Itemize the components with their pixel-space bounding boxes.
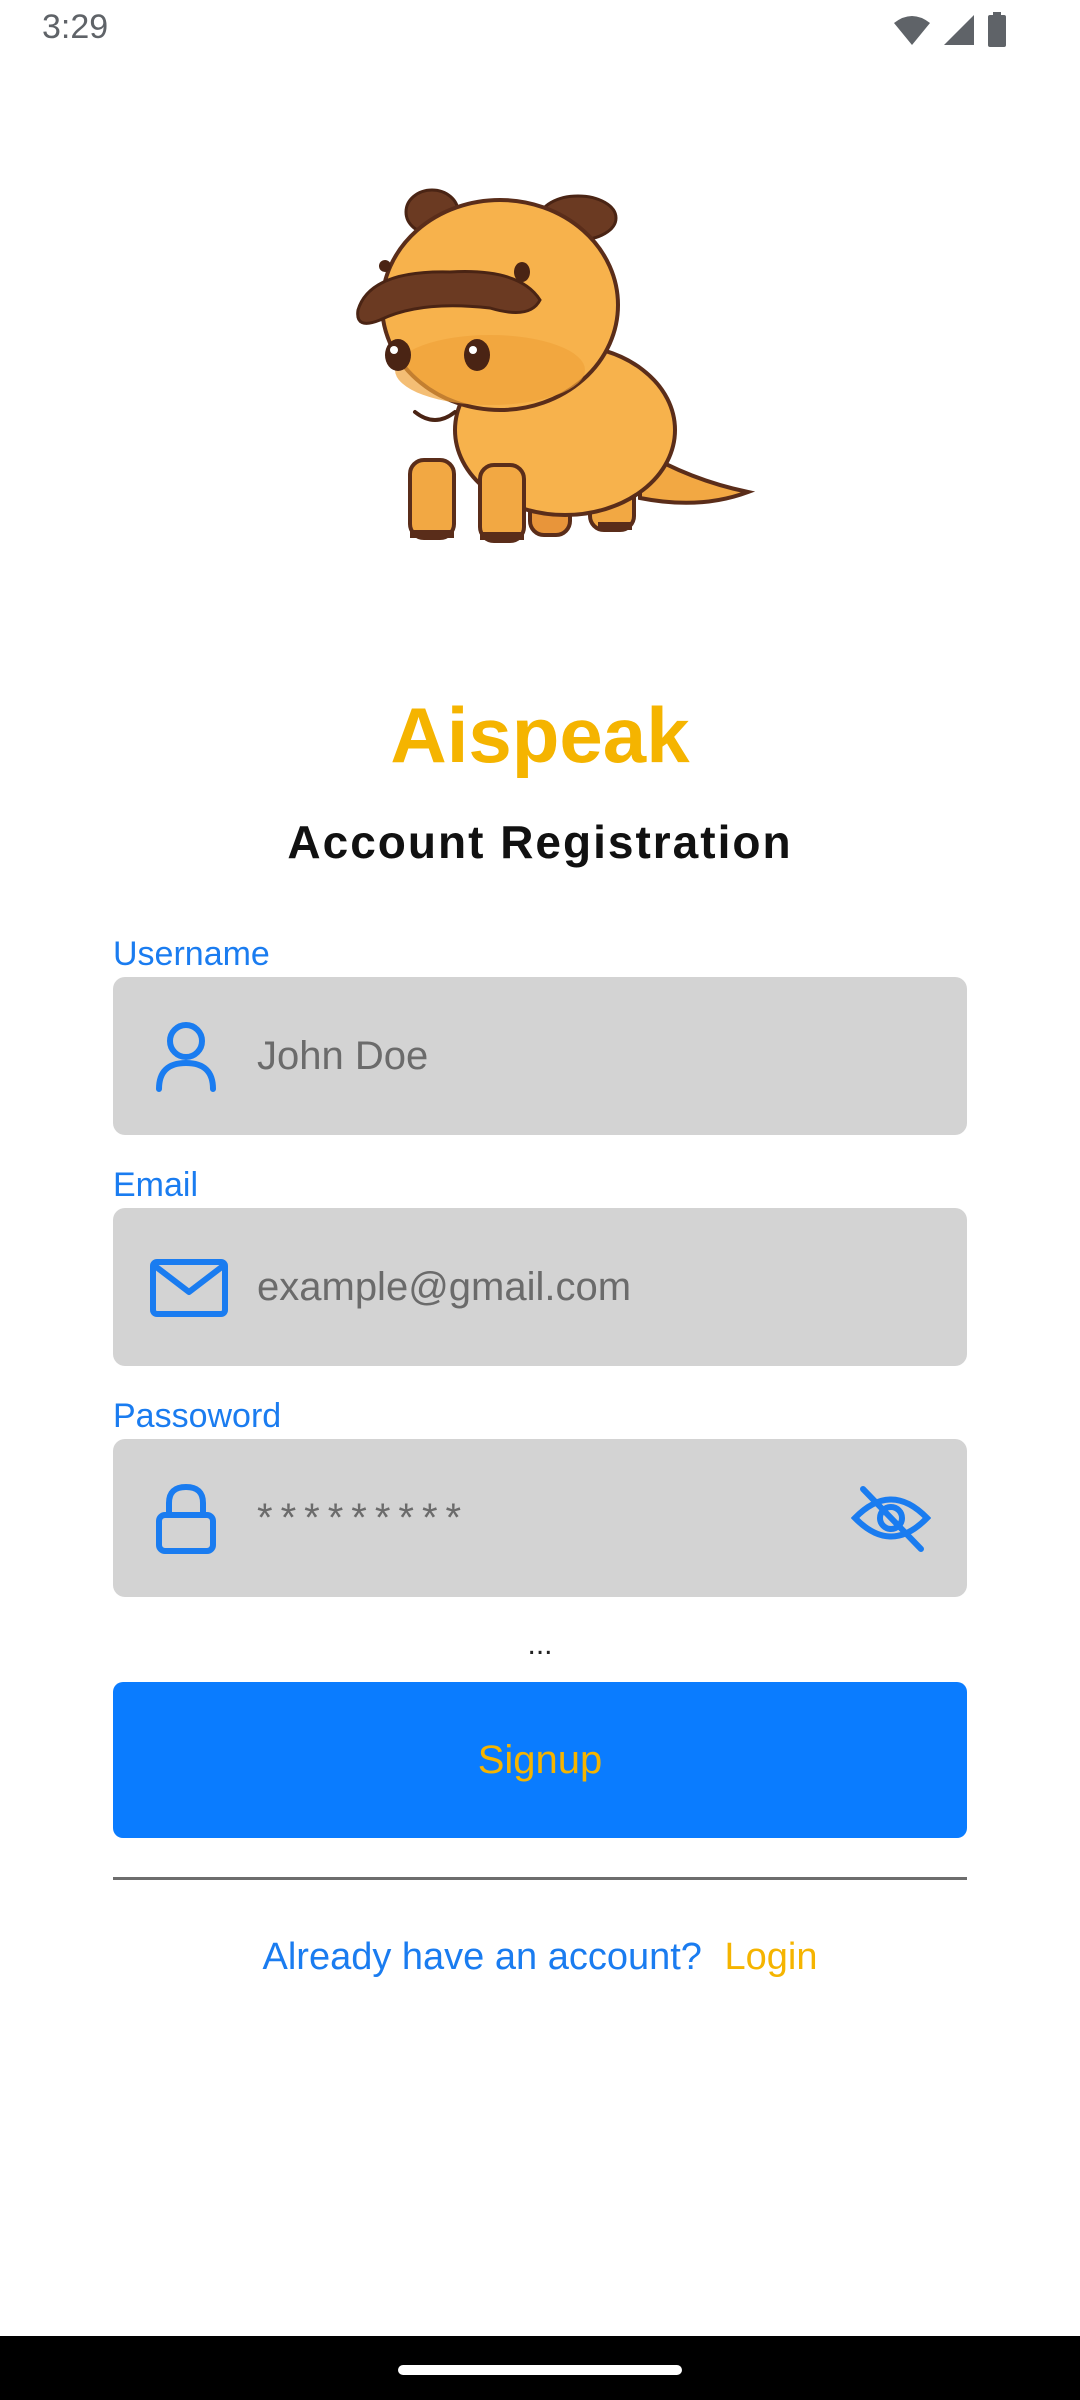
divider <box>113 1877 967 1880</box>
email-input[interactable] <box>257 1208 817 1366</box>
username-field[interactable] <box>113 977 967 1135</box>
page-title: Account Registration <box>287 816 793 868</box>
eye-off-icon[interactable] <box>851 1483 931 1553</box>
email-label: Email <box>113 1166 199 1204</box>
password-field[interactable] <box>113 1439 967 1597</box>
login-row: Already have an account? Login <box>0 1936 1080 1979</box>
email-field[interactable] <box>113 1208 967 1366</box>
person-icon <box>156 1022 216 1092</box>
login-prompt: Already have an account? <box>262 1936 702 1978</box>
wifi-icon <box>894 16 930 45</box>
status-bar: 3:29 <box>0 0 1080 64</box>
password-input[interactable] <box>257 1439 817 1597</box>
login-link[interactable]: Login <box>725 1936 818 1978</box>
battery-icon <box>988 12 1006 47</box>
mail-icon <box>150 1259 228 1317</box>
signup-button[interactable]: Signup <box>113 1682 967 1838</box>
loading-ellipsis: ... <box>527 1628 553 1661</box>
username-input[interactable] <box>257 977 817 1135</box>
password-label: Passoword <box>113 1397 282 1435</box>
app-title: Aispeak <box>390 691 690 779</box>
status-icons <box>892 12 1008 48</box>
cellular-signal-icon <box>944 15 974 45</box>
lock-icon <box>156 1483 216 1554</box>
home-indicator[interactable] <box>398 2365 682 2375</box>
navigation-bar <box>0 2336 1080 2400</box>
hippo-mascot-icon <box>356 188 756 543</box>
status-time: 3:29 <box>42 8 109 46</box>
username-label: Username <box>113 935 270 973</box>
